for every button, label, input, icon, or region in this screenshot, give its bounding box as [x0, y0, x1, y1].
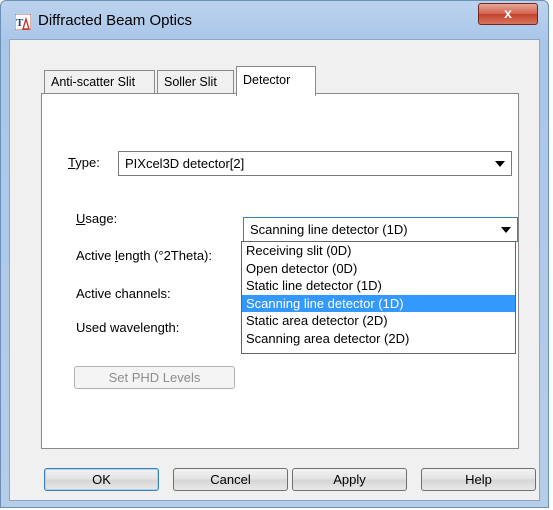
type-select[interactable]: PIXcel3D detector[2]: [118, 151, 512, 176]
set-phd-levels-button[interactable]: Set PHD Levels: [74, 366, 235, 389]
app-icon: T: [15, 14, 31, 30]
usage-option[interactable]: Scanning area detector (2D): [242, 330, 515, 348]
svg-text:T: T: [16, 17, 24, 29]
usage-label-text: sage:: [85, 211, 118, 226]
active-length-label: Active length (°2Theta):: [76, 248, 212, 263]
usage-dropdown-list[interactable]: Receiving slit (0D) Open detector (0D) S…: [241, 241, 516, 354]
usage-option[interactable]: Static line detector (1D): [242, 277, 515, 295]
cancel-button[interactable]: Cancel: [173, 468, 288, 491]
help-button[interactable]: Help: [421, 468, 536, 491]
usage-label-mnemonic: U: [76, 211, 86, 226]
chevron-down-icon: [501, 227, 511, 233]
ok-button[interactable]: OK: [44, 468, 159, 491]
tab-anti-scatter-slit[interactable]: Anti-scatter Slit: [44, 70, 155, 94]
tab-detector[interactable]: Detector: [236, 66, 316, 96]
tab-soller-slit[interactable]: Soller Slit: [157, 70, 234, 94]
usage-select-value: Scanning line detector (1D): [250, 222, 408, 237]
usage-option[interactable]: Scanning line detector (1D): [242, 294, 515, 312]
active-length-label-pre: Active: [76, 248, 116, 263]
chevron-down-icon: [495, 161, 505, 167]
used-wavelength-label: Used wavelength:: [76, 320, 180, 335]
type-label-text: ype:: [75, 155, 100, 170]
type-label: Type:: [68, 155, 100, 170]
usage-option[interactable]: Receiving slit (0D): [242, 242, 515, 260]
active-length-label-rest: ength (°2Theta):: [117, 248, 212, 263]
usage-select[interactable]: Scanning line detector (1D): [243, 217, 518, 242]
close-icon: x: [504, 5, 512, 21]
type-select-value: PIXcel3D detector[2]: [125, 156, 245, 171]
usage-option[interactable]: Static area detector (2D): [242, 312, 515, 330]
usage-label: Usage:: [76, 211, 117, 226]
title-bar[interactable]: T Diffracted Beam Optics x: [1, 1, 548, 39]
close-button[interactable]: x: [478, 3, 538, 25]
window-title: Diffracted Beam Optics: [38, 12, 192, 29]
apply-button[interactable]: Apply: [292, 468, 407, 491]
usage-option[interactable]: Open detector (0D): [242, 260, 515, 278]
active-channels-label: Active channels:: [76, 286, 171, 301]
